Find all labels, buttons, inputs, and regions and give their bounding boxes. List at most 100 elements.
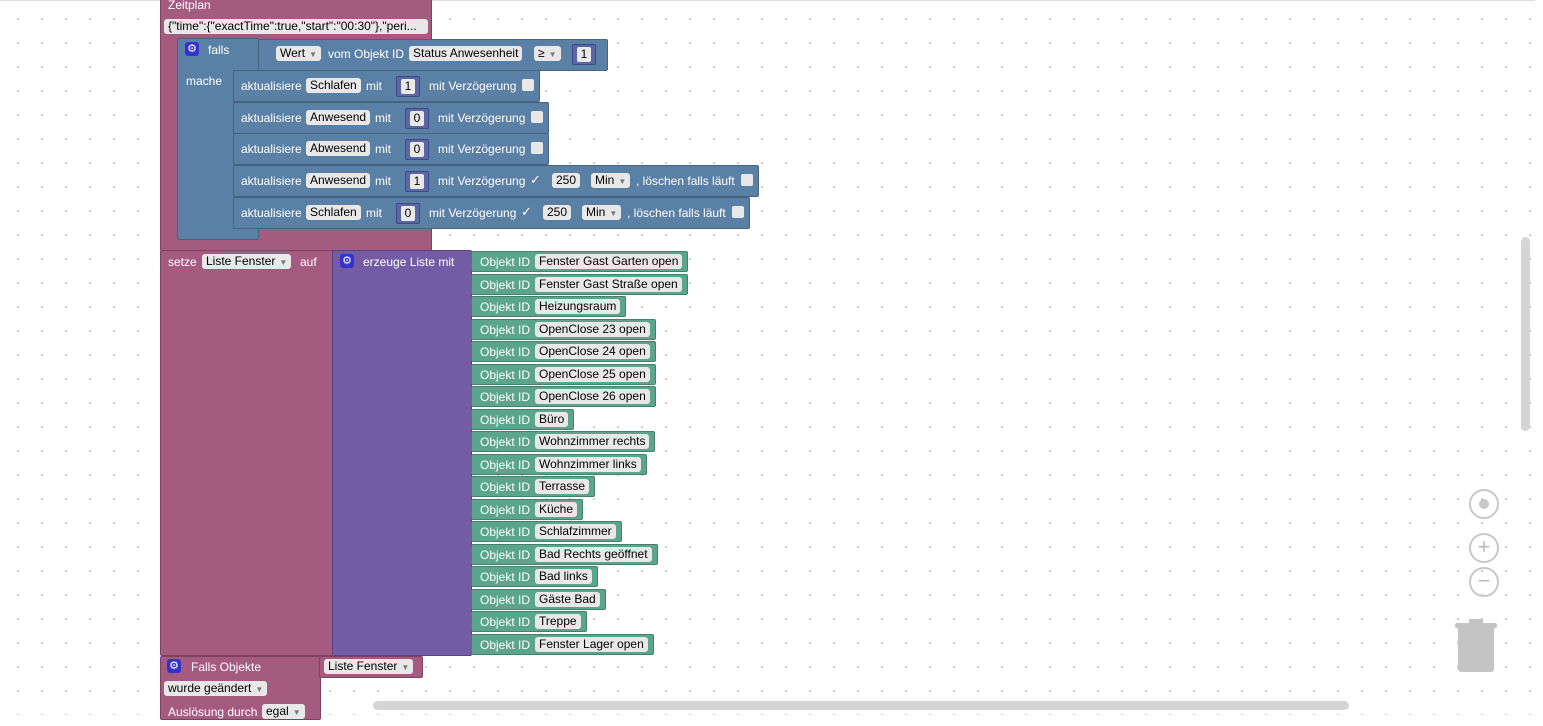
- object-id-label: Objekt ID: [480, 548, 531, 562]
- object-id-field[interactable]: Gäste Bad: [535, 592, 600, 607]
- clear-running-label: , löschen falls läuft: [636, 174, 735, 188]
- object-id-label: Objekt ID: [480, 323, 531, 337]
- update-verb: aktualisiere: [241, 174, 302, 188]
- clear-running-checkbox[interactable]: [741, 174, 753, 186]
- update-delay-label: mit Verzögerung: [438, 142, 526, 156]
- update-target[interactable]: Anwesend: [306, 173, 371, 188]
- cond-from-label: vom Objekt ID: [328, 47, 405, 61]
- object-id-field[interactable]: Küche: [535, 502, 578, 517]
- object-id-field[interactable]: OpenClose 24 open: [535, 344, 650, 359]
- object-id-field[interactable]: Fenster Gast Straße open: [535, 277, 682, 292]
- cond-value-dropdown[interactable]: Wert ▼: [276, 46, 322, 61]
- clear-running-checkbox[interactable]: [732, 206, 744, 218]
- object-id-field[interactable]: Fenster Lager open: [535, 637, 648, 652]
- update-verb: aktualisiere: [241, 111, 302, 125]
- trigger-title: Falls Objekte: [191, 660, 262, 674]
- object-id-label: Objekt ID: [480, 525, 531, 539]
- update-delay-label: mit Verzögerung: [438, 111, 526, 125]
- object-id-field[interactable]: Wohnzimmer links: [535, 457, 641, 472]
- update-value[interactable]: 0: [405, 139, 429, 160]
- object-id-label: Objekt ID: [480, 368, 531, 382]
- delay-check-mark[interactable]: ✓: [530, 173, 541, 187]
- variable-dropdown[interactable]: Liste Fenster ▼: [202, 254, 292, 269]
- object-id-field[interactable]: Büro: [535, 412, 569, 427]
- falls-label: falls: [208, 43, 230, 57]
- object-id-label: Objekt ID: [480, 278, 531, 292]
- object-id-field[interactable]: Bad Rechts geöffnet: [535, 547, 652, 562]
- object-id-field[interactable]: Schlafzimmer: [535, 524, 616, 539]
- gear-icon[interactable]: ⚙: [340, 254, 354, 268]
- clear-running-label: , löschen falls läuft: [627, 206, 726, 220]
- object-id-field[interactable]: Bad links: [535, 569, 592, 584]
- trigger-list-dropdown[interactable]: Liste Fenster ▼: [324, 659, 414, 674]
- cause-label: Auslösung durch: [168, 705, 258, 719]
- update-mit: mit: [375, 111, 391, 125]
- object-id-field[interactable]: OpenClose 25 open: [535, 367, 650, 382]
- zoom-in-icon[interactable]: +: [1469, 533, 1499, 563]
- delay-amount-field[interactable]: 250: [552, 173, 581, 188]
- update-target[interactable]: Anwesend: [306, 110, 371, 125]
- object-id-label: Objekt ID: [480, 435, 531, 449]
- object-id-label: Objekt ID: [480, 458, 531, 472]
- object-id-field[interactable]: Terrasse: [535, 479, 590, 494]
- object-id-field[interactable]: Treppe: [535, 614, 581, 629]
- update-verb: aktualisiere: [241, 206, 302, 220]
- object-id-label: Objekt ID: [480, 593, 531, 607]
- center-icon[interactable]: [1469, 489, 1499, 519]
- update-mit: mit: [375, 142, 391, 156]
- object-id-label: Objekt ID: [480, 615, 531, 629]
- object-id-label: Objekt ID: [480, 345, 531, 359]
- object-id-field[interactable]: Heizungsraum: [535, 299, 621, 314]
- object-id-label: Objekt ID: [480, 300, 531, 314]
- update-mit: mit: [375, 174, 391, 188]
- vertical-scrollbar[interactable]: [1521, 237, 1530, 431]
- horizontal-scrollbar[interactable]: [373, 701, 1349, 710]
- schedule-cron-field[interactable]: {"time":{"exactTime":true,"start":"00:30…: [164, 19, 428, 34]
- update-value[interactable]: 0: [396, 203, 420, 224]
- delay-unit-dropdown[interactable]: Min ▼: [582, 205, 622, 220]
- update-delay-label: mit Verzögerung: [429, 206, 517, 220]
- delay-unit-dropdown[interactable]: Min ▼: [591, 173, 631, 188]
- cond-number[interactable]: 1: [572, 44, 596, 65]
- object-id-field[interactable]: Fenster Gast Garten open: [535, 254, 683, 269]
- blockly-workspace[interactable]: Zeitplan {"time":{"exactTime":true,"star…: [0, 0, 1535, 720]
- update-verb: aktualisiere: [241, 79, 302, 93]
- object-id-label: Objekt ID: [480, 503, 531, 517]
- zoom-out-icon[interactable]: −: [1469, 567, 1499, 597]
- cond-object-field[interactable]: Status Anwesenheit: [409, 46, 523, 61]
- create-list-block[interactable]: [332, 250, 472, 656]
- create-list-label: erzeuge Liste mit: [363, 255, 455, 269]
- update-target[interactable]: Schlafen: [306, 78, 361, 93]
- update-delay-label: mit Verzögerung: [429, 79, 517, 93]
- set-variable-block[interactable]: [160, 250, 334, 656]
- delay-checkbox[interactable]: [531, 142, 543, 154]
- delay-checkbox[interactable]: [522, 79, 534, 91]
- trash-icon[interactable]: [1455, 619, 1497, 679]
- setze-label: setze: [168, 255, 197, 269]
- delay-checkbox[interactable]: [531, 111, 543, 123]
- update-verb: aktualisiere: [241, 142, 302, 156]
- update-value[interactable]: 1: [396, 76, 420, 97]
- object-id-field[interactable]: Wohnzimmer rechts: [535, 434, 650, 449]
- update-mit: mit: [366, 79, 382, 93]
- update-target[interactable]: Abwesend: [306, 141, 371, 156]
- update-value[interactable]: 1: [405, 171, 429, 192]
- update-mit: mit: [366, 206, 382, 220]
- changed-dropdown[interactable]: wurde geändert ▼: [164, 681, 268, 696]
- mache-label: mache: [186, 74, 223, 88]
- object-id-label: Objekt ID: [480, 480, 531, 494]
- update-target[interactable]: Schlafen: [306, 205, 361, 220]
- gear-icon[interactable]: ⚙: [167, 659, 181, 673]
- delay-amount-field[interactable]: 250: [543, 205, 572, 220]
- object-id-label: Objekt ID: [480, 638, 531, 652]
- update-value[interactable]: 0: [405, 108, 429, 129]
- gear-icon[interactable]: ⚙: [185, 42, 199, 56]
- object-id-label: Objekt ID: [480, 255, 531, 269]
- auf-label: auf: [300, 255, 317, 269]
- schedule-title: Zeitplan: [168, 0, 211, 12]
- object-id-field[interactable]: OpenClose 26 open: [535, 389, 650, 404]
- cause-dropdown[interactable]: egal ▼: [262, 704, 305, 719]
- object-id-field[interactable]: OpenClose 23 open: [535, 322, 650, 337]
- delay-check-mark[interactable]: ✓: [521, 205, 532, 219]
- cond-operator-dropdown[interactable]: ≥ ▼: [534, 46, 561, 61]
